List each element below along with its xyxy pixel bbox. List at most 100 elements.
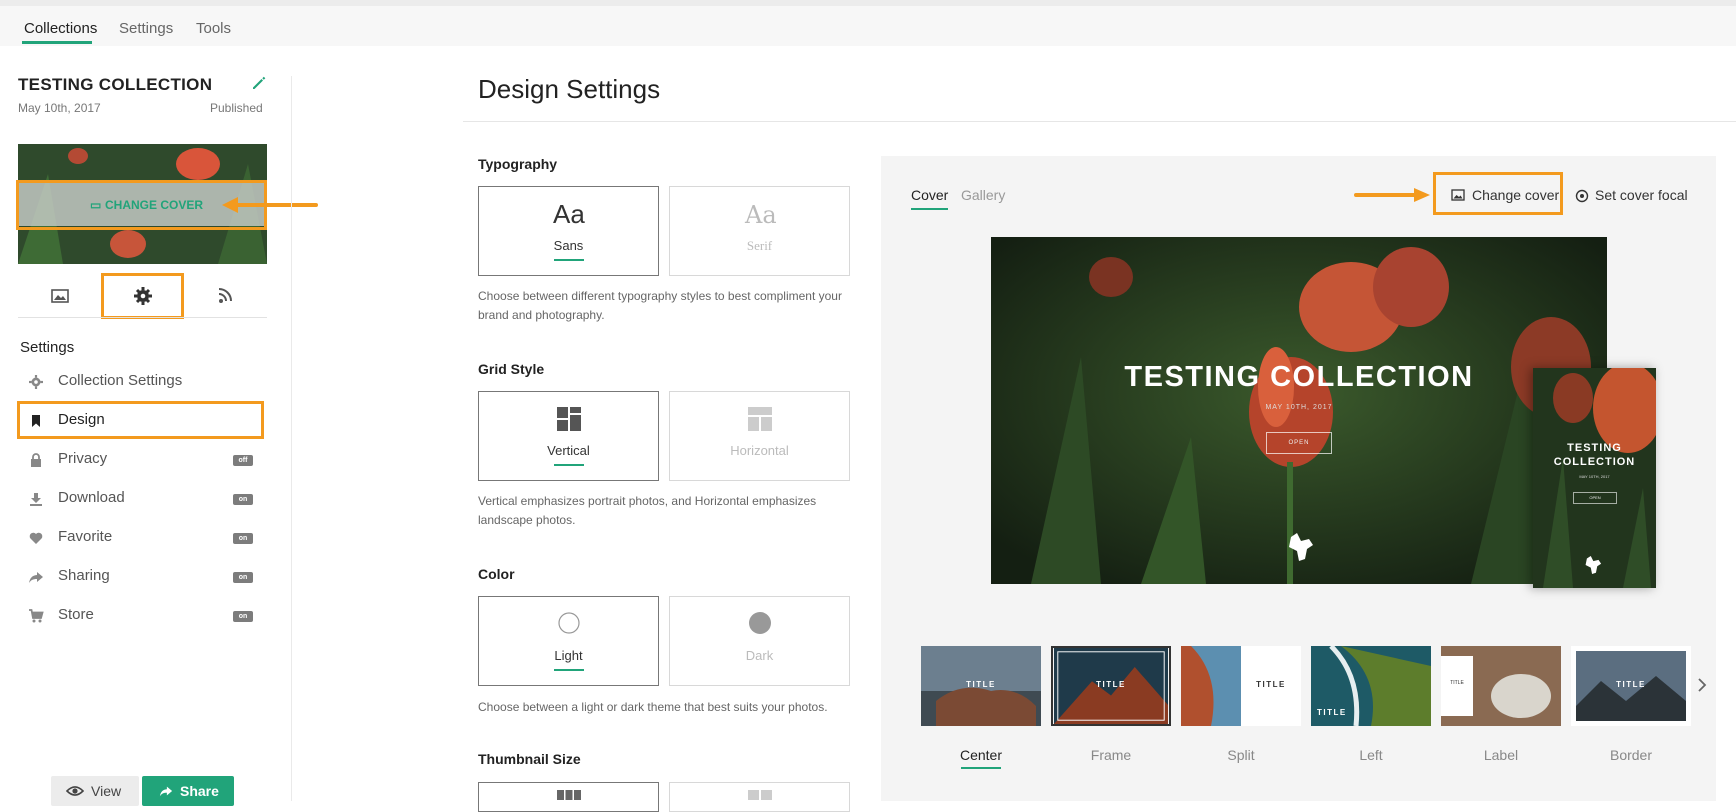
favorite-toggle-badge[interactable]: on [233, 533, 253, 544]
download-toggle-badge[interactable]: on [233, 494, 253, 505]
horizontal-grid-icon [748, 407, 772, 431]
layout-thumb-split[interactable]: TITLE [1181, 646, 1301, 726]
view-button[interactable]: View [51, 776, 139, 806]
view-label: View [91, 783, 122, 799]
serif-glyph-icon: Aa [745, 201, 777, 229]
grid-style-description: Vertical emphasizes portrait photos, and… [478, 494, 817, 527]
settings-section-title: Settings [20, 339, 75, 356]
thumb-title: TITLE [1317, 708, 1347, 717]
thumb-title: TITLE [1450, 680, 1464, 686]
callout-arrow-right-icon [1354, 188, 1430, 202]
mobile-title-line2: COLLECTION [1553, 456, 1636, 468]
layout-caption-left[interactable]: Left [1311, 747, 1431, 763]
typography-heading: Typography [478, 156, 558, 172]
tab-settings[interactable]: Settings [119, 20, 173, 37]
typography-option-serif[interactable]: Aa Serif [669, 186, 850, 276]
layout-thumb-frame[interactable]: TITLE [1051, 646, 1171, 726]
set-focal-label: Set cover focal [1595, 187, 1688, 203]
mobile-date: MAY 10TH, 2017 [1579, 474, 1610, 479]
callout-highlight-change-cover-button [1433, 172, 1563, 215]
typography-description: Choose between different typography styl… [478, 289, 842, 322]
sidebar-item-collection-settings[interactable]: Collection Settings [28, 370, 268, 394]
grid-option-horizontal[interactable]: Horizontal [669, 391, 850, 481]
preview-tab-cover[interactable]: Cover [911, 187, 948, 203]
thumb-title: TITLE [1256, 680, 1286, 689]
privacy-toggle-badge[interactable]: off [233, 455, 253, 466]
sidebar-item-store[interactable]: Store on [28, 604, 268, 628]
store-toggle-badge[interactable]: on [233, 611, 253, 622]
light-circle-icon [558, 612, 580, 634]
mobile-title-line1: TESTING [1567, 442, 1622, 454]
share-arrow-icon [159, 786, 173, 797]
option-label: Horizontal [730, 443, 789, 458]
rss-tab-icon[interactable] [213, 285, 239, 307]
thumbnail-size-heading: Thumbnail Size [478, 751, 581, 767]
top-nav: Collections Settings Tools [0, 0, 1736, 46]
preview-tab-indicator [911, 208, 948, 210]
sidebar-item-privacy[interactable]: Privacy off [28, 448, 268, 472]
collection-date: May 10th, 2017 [18, 101, 101, 115]
layout-thumb-border[interactable]: TITLE [1571, 646, 1691, 726]
layout-thumb-label-image [1441, 646, 1561, 726]
layout-caption-border[interactable]: Border [1571, 747, 1691, 763]
layout-thumb-label[interactable]: TITLE [1441, 646, 1561, 726]
thumbnail-size-option-2[interactable] [669, 782, 850, 812]
color-heading: Color [478, 566, 515, 582]
grid-option-vertical[interactable]: Vertical [478, 391, 659, 481]
color-option-dark[interactable]: Dark [669, 596, 850, 686]
set-cover-focal-button[interactable]: Set cover focal [1575, 187, 1715, 207]
page-title: Design Settings [478, 74, 661, 104]
tabs-divider [18, 317, 267, 318]
collection-status: Published [210, 101, 263, 115]
sidebar-item-sharing[interactable]: Sharing on [28, 565, 268, 589]
sidebar-item-label: Download [58, 489, 125, 506]
color-option-light[interactable]: Light [478, 596, 659, 686]
sharing-toggle-badge[interactable]: on [233, 572, 253, 583]
image-tab-icon[interactable] [47, 285, 73, 307]
large-grid-icon [748, 790, 772, 800]
chevron-right-icon[interactable] [1696, 676, 1708, 694]
tab-collections[interactable]: Collections [24, 20, 97, 37]
layout-selected-indicator [961, 767, 1001, 769]
tab-tools[interactable]: Tools [196, 20, 231, 37]
option-label: Dark [745, 648, 774, 663]
thumb-title: TITLE [1096, 680, 1126, 689]
sidebar-item-label: Privacy [58, 450, 108, 467]
option-label: Vertical [547, 443, 590, 458]
layout-caption-center[interactable]: Center [921, 747, 1041, 763]
title-divider [463, 121, 1736, 122]
callout-highlight-design [17, 401, 264, 439]
callout-arrow-left-icon [222, 197, 318, 213]
share-label: Share [180, 783, 219, 799]
gear-icon [29, 375, 43, 389]
option-label: Light [554, 648, 583, 663]
active-tab-indicator [22, 41, 92, 44]
sidebar-item-favorite[interactable]: Favorite on [28, 526, 268, 550]
vertical-grid-icon [557, 407, 581, 431]
typography-option-sans[interactable]: Aa Sans [478, 186, 659, 276]
heart-icon [29, 532, 43, 544]
layout-thumb-left[interactable]: TITLE [1311, 646, 1431, 726]
preview-tab-gallery[interactable]: Gallery [961, 187, 1005, 203]
thumbnail-size-option-1[interactable] [478, 782, 659, 812]
hero-date: MAY 10TH, 2017 [1265, 404, 1333, 411]
focal-target-icon [1575, 189, 1589, 203]
mobile-open-button: OPEN [1573, 492, 1617, 504]
sidebar-item-label: Collection Settings [58, 372, 183, 389]
selected-indicator [554, 669, 584, 671]
layout-thumb-center[interactable]: TITLE [921, 646, 1041, 726]
grid-style-heading: Grid Style [478, 361, 545, 377]
dark-circle-icon [749, 612, 771, 634]
share-button[interactable]: Share [142, 776, 234, 806]
selected-indicator [554, 259, 584, 261]
edit-pencil-icon[interactable] [250, 74, 268, 92]
cover-preview-desktop: TESTING COLLECTION MAY 10TH, 2017 OPEN [991, 237, 1607, 584]
sidebar-item-download[interactable]: Download on [28, 487, 268, 511]
thumb-title: TITLE [1616, 680, 1646, 689]
layout-caption-split[interactable]: Split [1181, 747, 1301, 763]
layout-caption-label[interactable]: Label [1441, 747, 1561, 763]
lock-icon [31, 453, 41, 467]
sidebar-divider [291, 76, 292, 801]
hero-open-button: OPEN [1266, 432, 1332, 454]
layout-caption-frame[interactable]: Frame [1051, 747, 1171, 763]
